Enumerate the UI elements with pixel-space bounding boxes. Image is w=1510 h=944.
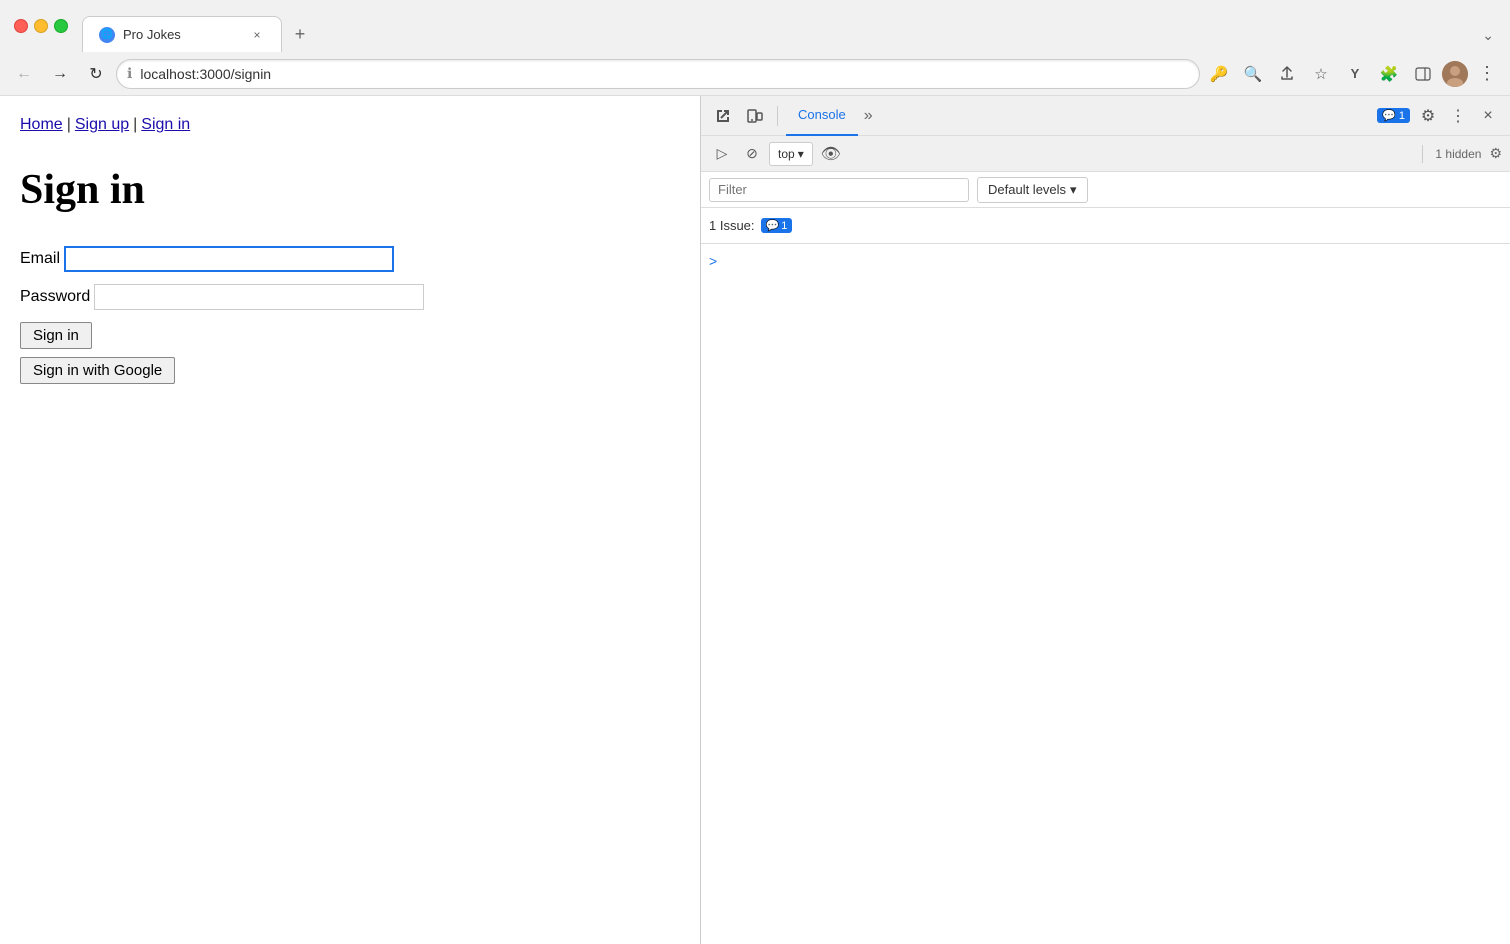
google-signin-button[interactable]: Sign in with Google	[20, 357, 175, 384]
info-icon: ℹ	[127, 65, 132, 82]
inspect-element-button[interactable]	[709, 102, 737, 130]
close-window-button[interactable]	[14, 19, 28, 33]
issue-badge-count: 1	[781, 220, 787, 232]
tabs-area: 🌐 Pro Jokes × + ⌄	[82, 0, 1502, 52]
maximize-window-button[interactable]	[54, 19, 68, 33]
zoom-icon[interactable]: 🔍	[1238, 59, 1268, 89]
issue-badge-icon: 💬	[766, 219, 780, 232]
badge-count: 1	[1399, 110, 1405, 122]
email-label: Email	[20, 250, 60, 268]
page-content: Home | Sign up | Sign in Sign in Email P…	[0, 96, 700, 944]
extension-y-icon[interactable]: Y	[1340, 59, 1370, 89]
device-toolbar-button[interactable]	[741, 102, 769, 130]
context-label: top	[778, 147, 795, 161]
tab-title: Pro Jokes	[123, 27, 241, 42]
devtools-panel: Console » 💬 1 ⚙ ⋮ × ▷ ⊘ top	[700, 96, 1510, 944]
context-dropdown[interactable]: top ▾	[769, 142, 813, 166]
issue-badge[interactable]: 💬 1	[761, 218, 793, 233]
console-input[interactable]	[723, 252, 1502, 267]
devtools-toolbar: Console » 💬 1 ⚙ ⋮ ×	[701, 96, 1510, 136]
devtools-actions: ⚙ ⋮ ×	[1414, 102, 1502, 130]
url-text: localhost:3000/signin	[140, 66, 1189, 82]
share-icon[interactable]	[1272, 59, 1302, 89]
issues-bar: 1 Issue: 💬 1	[701, 208, 1510, 244]
sidebar-icon[interactable]	[1408, 59, 1438, 89]
devtools-tabs: Console »	[786, 96, 1373, 136]
hidden-count: 1 hidden ⚙	[1418, 145, 1502, 163]
refresh-button[interactable]: ↻	[80, 58, 112, 90]
address-bar[interactable]: ℹ localhost:3000/signin	[116, 59, 1200, 89]
tab-end: ⌄	[314, 23, 1502, 52]
tab-dropdown-icon[interactable]: ⌄	[1474, 23, 1502, 48]
issues-label: 1 Issue:	[709, 218, 755, 233]
devtools-settings-button[interactable]: ⚙	[1414, 102, 1442, 130]
navigation-bar: ← → ↻ ℹ localhost:3000/signin 🔑 🔍 ☆ Y 🧩	[0, 52, 1510, 96]
forward-button[interactable]: →	[44, 58, 76, 90]
console-toolbar: ▷ ⊘ top ▾ 👁 1 hidden ⚙	[701, 136, 1510, 172]
hidden-label: 1 hidden	[1435, 147, 1481, 161]
filter-bar: Default levels ▾	[701, 172, 1510, 208]
main-area: Home | Sign up | Sign in Sign in Email P…	[0, 96, 1510, 944]
breadcrumb-sep1: |	[67, 116, 71, 134]
tab-close-button[interactable]: ×	[249, 27, 265, 43]
password-label: Password	[20, 288, 90, 306]
back-button[interactable]: ←	[8, 58, 40, 90]
levels-dropdown[interactable]: Default levels ▾	[977, 177, 1088, 203]
message-badge: 💬 1	[1377, 108, 1410, 123]
title-bar: 🌐 Pro Jokes × + ⌄	[0, 0, 1510, 52]
toolbar-sep	[1422, 145, 1423, 163]
avatar[interactable]	[1442, 61, 1468, 87]
new-tab-button[interactable]: +	[286, 20, 314, 48]
tab-favicon-icon: 🌐	[99, 27, 115, 43]
devtools-more-button[interactable]: ⋮	[1444, 102, 1472, 130]
key-icon[interactable]: 🔑	[1204, 59, 1234, 89]
email-input[interactable]	[64, 246, 394, 272]
levels-arrow: ▾	[1070, 182, 1077, 198]
breadcrumb-home-link[interactable]: Home	[20, 116, 63, 134]
devtools-close-button[interactable]: ×	[1474, 102, 1502, 130]
console-gear-button[interactable]: ⚙	[1489, 145, 1502, 162]
more-tabs-button[interactable]: »	[858, 107, 879, 125]
levels-label: Default levels	[988, 182, 1066, 197]
console-content: >	[701, 244, 1510, 944]
eye-button[interactable]: 👁	[817, 141, 845, 167]
bookmark-icon[interactable]: ☆	[1306, 59, 1336, 89]
breadcrumb-sep2: |	[133, 116, 137, 134]
browser-tab[interactable]: 🌐 Pro Jokes ×	[82, 16, 282, 52]
password-input[interactable]	[94, 284, 424, 310]
extensions-icon[interactable]: 🧩	[1374, 59, 1404, 89]
console-prompt: >	[701, 248, 1510, 273]
breadcrumb: Home | Sign up | Sign in	[20, 116, 680, 134]
prompt-arrow: >	[709, 253, 717, 269]
email-form-group: Email	[20, 246, 680, 272]
filter-input[interactable]	[709, 178, 969, 202]
breadcrumb-signup-link[interactable]: Sign up	[75, 116, 129, 134]
password-form-group: Password	[20, 284, 680, 310]
signin-button[interactable]: Sign in	[20, 322, 92, 349]
badge-icon: 💬	[1382, 109, 1396, 122]
traffic-lights	[8, 19, 74, 33]
minimize-window-button[interactable]	[34, 19, 48, 33]
toolbar-separator	[777, 106, 778, 126]
nav-actions: 🔑 🔍 ☆ Y 🧩	[1204, 59, 1502, 89]
more-menu-button[interactable]: ⋮	[1472, 59, 1502, 89]
block-button[interactable]: ⊘	[739, 141, 765, 167]
breadcrumb-signin-link[interactable]: Sign in	[141, 116, 190, 134]
page-title: Sign in	[20, 166, 680, 214]
console-tab[interactable]: Console	[786, 96, 858, 136]
context-arrow: ▾	[798, 147, 804, 161]
execute-button[interactable]: ▷	[709, 141, 735, 167]
